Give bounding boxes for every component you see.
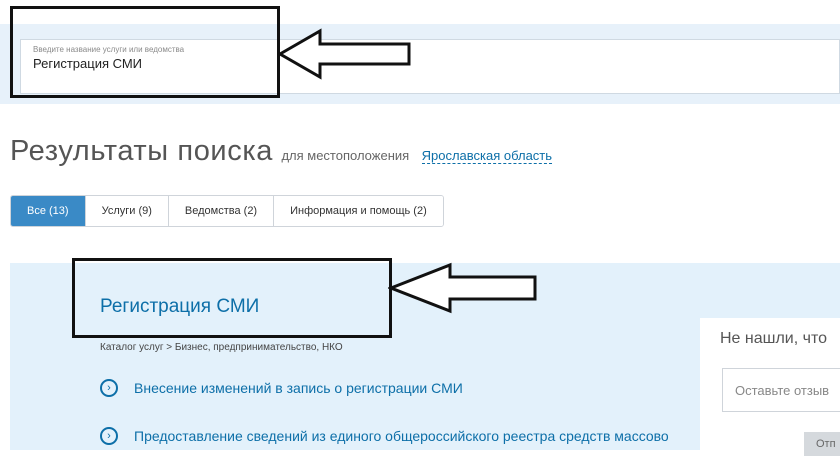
tab-services[interactable]: Услуги (9) <box>85 196 169 226</box>
result-sub-item-label[interactable]: Внесение изменений в запись о регистраци… <box>134 380 463 396</box>
result-sub-item-label[interactable]: Предоставление сведений из единого общер… <box>134 428 669 444</box>
feedback-title: Не нашли, что <box>720 330 828 347</box>
send-button[interactable]: Отп <box>804 432 840 456</box>
page-title-row: Результаты поиска для местоположения Яро… <box>10 135 553 168</box>
chevron-right-circle-icon: › <box>100 379 118 397</box>
page-title: Результаты поиска <box>10 135 273 167</box>
feedback-panel: Не нашли, что Отп <box>700 318 840 456</box>
location-link[interactable]: Ярославская область <box>421 148 553 164</box>
filter-tabs: Все (13) Услуги (9) Ведомства (2) Информ… <box>10 195 444 227</box>
feedback-input[interactable] <box>722 368 840 412</box>
annotation-box <box>10 6 280 98</box>
tab-departments[interactable]: Ведомства (2) <box>168 196 275 226</box>
arrow-left-icon <box>276 28 411 80</box>
arrow-left-icon <box>388 262 537 314</box>
tab-info-help[interactable]: Информация и помощь (2) <box>274 196 443 226</box>
breadcrumb: Каталог услуг > Бизнес, предпринимательс… <box>100 342 343 353</box>
result-sub-item[interactable]: › Внесение изменений в запись о регистра… <box>100 379 463 397</box>
result-sub-item[interactable]: › Предоставление сведений из единого общ… <box>100 427 669 445</box>
annotation-box <box>72 258 392 338</box>
tab-all[interactable]: Все (13) <box>11 196 86 226</box>
page-subtitle: для местоположения <box>281 148 410 163</box>
chevron-right-circle-icon: › <box>100 427 118 445</box>
